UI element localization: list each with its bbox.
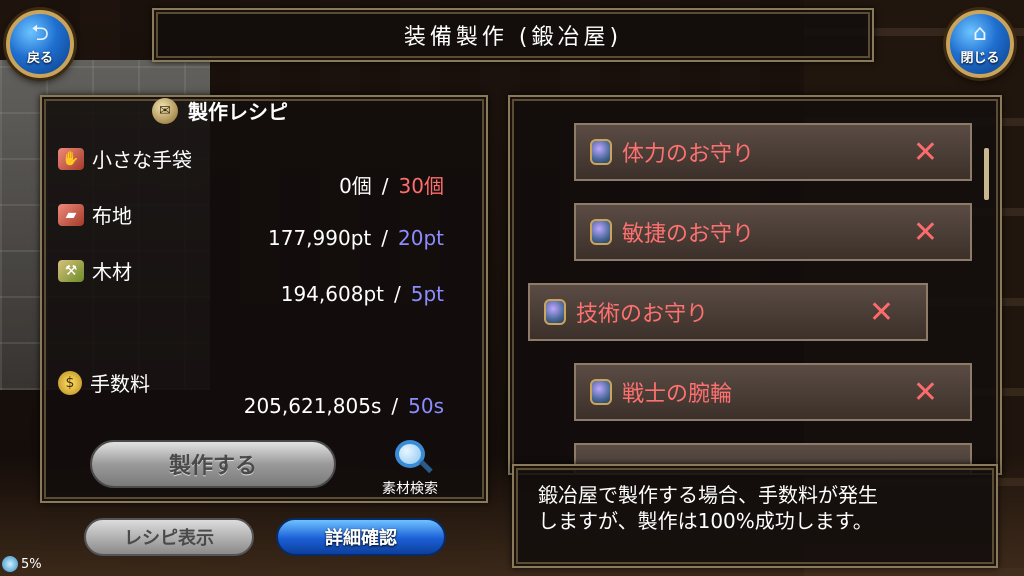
fee-quantity: 205,621,805s / 50s <box>244 394 444 418</box>
material-row: ⚒ 木材 <box>58 256 132 285</box>
status-percent: 5% <box>21 556 42 572</box>
item-name: 戦士の腕輪 <box>622 382 733 407</box>
talisman-icon <box>590 219 612 245</box>
list-item[interactable]: 敏捷のお守り ✕ <box>574 203 972 261</box>
quantity-separator: / <box>391 394 399 418</box>
talisman-icon <box>590 139 612 165</box>
fee-name: 手数料 <box>90 372 150 396</box>
material-search-button[interactable]: 素材検索 <box>370 440 450 498</box>
message-panel: 鍛冶屋で製作する場合、手数料が発生 しますが、製作は100%成功します。 <box>512 464 998 568</box>
item-name: 敏捷のお守り <box>622 222 755 247</box>
recipe-header: ✉ 製作レシピ <box>152 96 288 125</box>
message-text: 鍛冶屋で製作する場合、手数料が発生 しますが、製作は100%成功します。 <box>538 483 878 533</box>
detail-button[interactable]: 詳細確認 <box>276 518 446 556</box>
close-icon: ✕ <box>912 214 938 250</box>
close-icon: ✕ <box>868 294 894 330</box>
back-button-label: 戻る <box>26 50 53 66</box>
list-item[interactable]: 戦士の腕輪 ✕ <box>574 363 972 421</box>
material-quantity: 0個 / 30個 <box>339 170 444 199</box>
status-indicator: 5% <box>2 556 42 572</box>
list-item-selected[interactable]: 技術のお守り ✕ <box>528 283 928 341</box>
quantity-need: 30個 <box>398 174 444 198</box>
item-name: 技術のお守り <box>576 302 709 327</box>
title-bar: 装備製作 (鍛冶屋) <box>152 8 874 62</box>
recipe-view-button[interactable]: レシピ表示 <box>84 518 254 556</box>
material-quantity: 194,608pt / 5pt <box>281 282 444 306</box>
material-search-label: 素材検索 <box>382 481 438 497</box>
quantity-separator: / <box>381 226 388 250</box>
item-name: 体力のお守り <box>622 142 755 167</box>
magnifier-icon <box>395 440 425 468</box>
quantity-have: 0個 <box>339 174 372 198</box>
quantity-separator: / <box>393 282 401 306</box>
home-icon: ⌂ <box>973 20 987 46</box>
quantity-need: 5pt <box>410 282 444 306</box>
close-button[interactable]: ⌂ 閉じる <box>946 10 1014 78</box>
material-name: 木材 <box>92 260 132 284</box>
fee-row: $ 手数料 <box>58 368 150 397</box>
glove-icon: ✋ <box>58 147 84 170</box>
status-icon <box>2 556 18 572</box>
quantity-have: 205,621,805s <box>243 394 382 418</box>
item-list-panel: 体力のお守り ✕ 敏捷のお守り ✕ 技術のお守り ✕ 戦士の腕輪 ✕ <box>508 95 1002 475</box>
close-icon: ✕ <box>912 374 938 410</box>
material-quantity: 177,990pt / 20pt <box>268 226 444 250</box>
close-button-label: 閉じる <box>960 50 1000 66</box>
bracelet-icon <box>590 379 612 405</box>
quantity-have: 194,608pt <box>280 282 384 306</box>
material-name: 布地 <box>92 204 132 228</box>
material-row: ✋ 小さな手袋 <box>58 144 192 173</box>
talisman-icon <box>544 299 566 325</box>
material-name: 小さな手袋 <box>92 148 192 172</box>
wood-icon: ⚒ <box>58 259 84 282</box>
close-icon: ✕ <box>912 134 938 170</box>
recipe-heading: 製作レシピ <box>188 100 288 124</box>
list-scrollbar[interactable] <box>984 148 989 200</box>
back-arrow-icon: ⮌ <box>31 20 49 46</box>
material-row: ▰ 布地 <box>58 200 132 229</box>
page-title: 装備製作 (鍛冶屋) <box>403 25 623 50</box>
list-item[interactable]: 体力のお守り ✕ <box>574 123 972 181</box>
quantity-have: 177,990pt <box>268 226 372 250</box>
coin-icon: $ <box>58 370 82 395</box>
back-button[interactable]: ⮌ 戻る <box>6 10 74 78</box>
recipe-scroll-icon: ✉ <box>152 97 178 124</box>
quantity-separator: / <box>381 174 389 198</box>
quantity-need: 50s <box>408 394 444 418</box>
cloth-icon: ▰ <box>58 203 84 226</box>
quantity-need: 20pt <box>398 226 444 250</box>
make-button[interactable]: 製作する <box>90 440 336 488</box>
